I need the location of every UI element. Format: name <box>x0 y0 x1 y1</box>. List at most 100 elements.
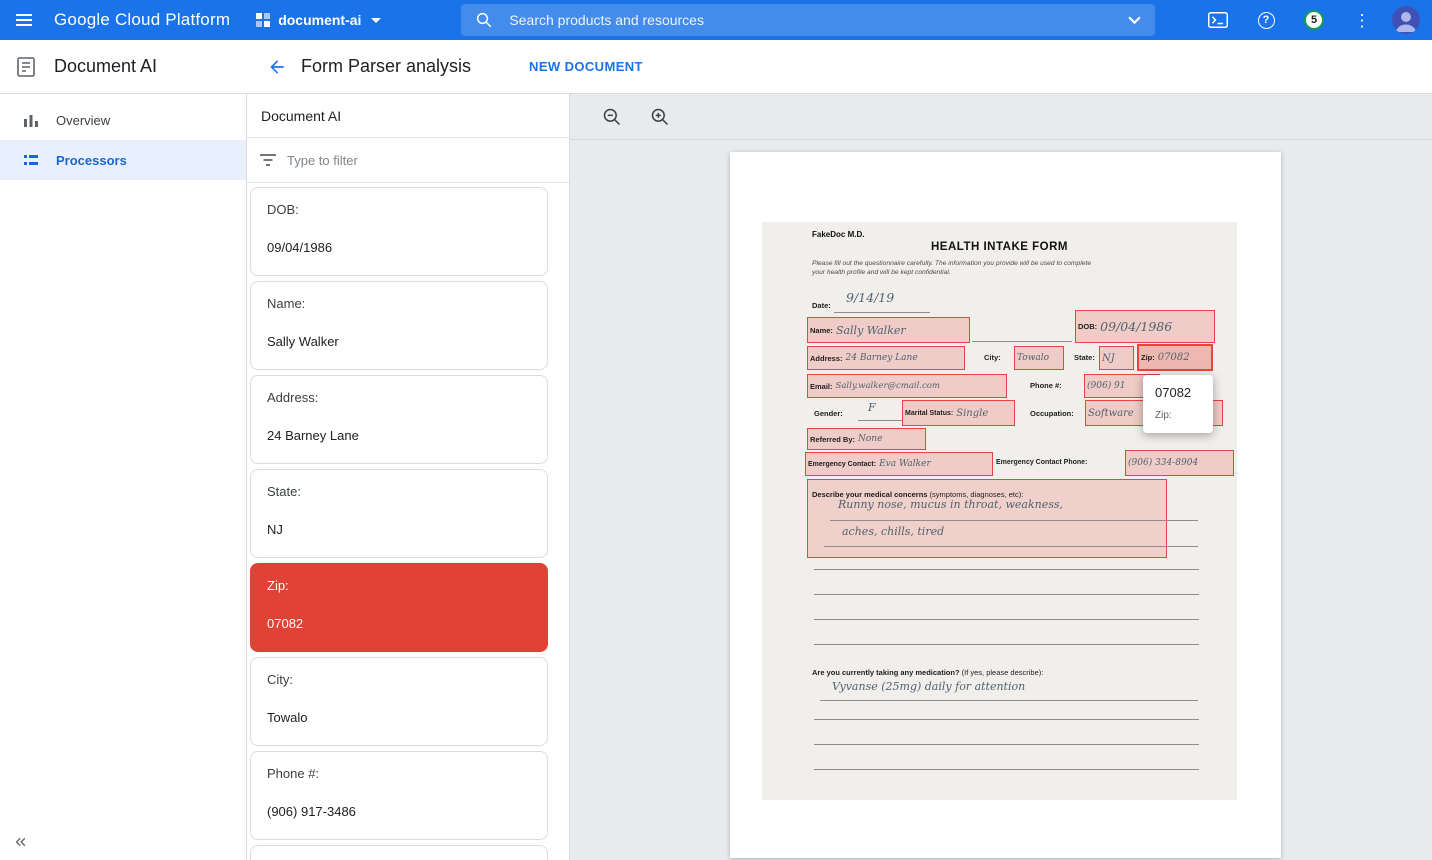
new-document-button[interactable]: NEW DOCUMENT <box>529 59 643 74</box>
field-cards: DOB: 09/04/1986 Name: Sally Walker Addre… <box>247 183 569 860</box>
search-input[interactable] <box>509 12 1112 28</box>
field-card-label: Name: <box>267 296 531 311</box>
sidebar-item-overview[interactable]: Overview <box>0 100 246 140</box>
form-line <box>814 644 1199 645</box>
address-value: 24 Barney Lane <box>846 353 918 363</box>
help-icon[interactable]: ? <box>1248 2 1284 38</box>
gcp-brand-logo[interactable]: Google Cloud Platform <box>54 10 230 30</box>
emergency-contact-field-highlight[interactable]: Emergency Contact: Eva Walker <box>805 452 993 476</box>
field-card[interactable]: Address: 24 Barney Lane <box>250 375 548 464</box>
zip-label: Zip: <box>1141 353 1155 362</box>
project-name: document-ai <box>278 12 361 28</box>
form-title: HEALTH INTAKE FORM <box>762 241 1237 253</box>
form-line <box>814 769 1199 770</box>
phone-label: Phone #: <box>1030 381 1062 390</box>
form-clinic: FakeDoc M.D. <box>812 230 864 239</box>
emergency-contact-value: Eva Walker <box>879 459 931 469</box>
form-line <box>820 700 1198 701</box>
app-title: Document AI <box>54 56 157 77</box>
filter-icon <box>259 153 277 167</box>
gender-value: F <box>868 401 876 414</box>
app-header-left: Document AI <box>0 55 247 79</box>
avatar[interactable] <box>1392 6 1420 34</box>
form-line <box>834 312 930 313</box>
form-line <box>814 569 1199 570</box>
search-icon <box>475 11 493 29</box>
gender-label: Gender: <box>814 409 843 418</box>
notifications-icon[interactable]: 5 <box>1296 2 1332 38</box>
email-value: Sally.walker@cmail.com <box>836 381 940 391</box>
form-instructions: Please fill out the questionnaire carefu… <box>812 260 1091 267</box>
state-field-highlight[interactable]: NJ <box>1099 346 1134 370</box>
back-button[interactable] <box>257 47 297 87</box>
zoom-out-button[interactable] <box>598 103 626 131</box>
field-card-value: 07082 <box>267 616 531 631</box>
address-field-highlight[interactable]: Address: 24 Barney Lane <box>807 346 965 370</box>
name-field-highlight[interactable]: Name: Sally Walker <box>807 317 970 343</box>
form-line <box>814 744 1199 745</box>
overview-icon <box>22 111 40 129</box>
date-label: Date: <box>812 301 831 310</box>
document-page: FakeDoc M.D. HEALTH INTAKE FORM Please f… <box>730 152 1281 858</box>
tooltip-label: Zip: <box>1155 410 1201 421</box>
field-card[interactable]: Zip: 07082 <box>250 563 548 652</box>
zoom-in-button[interactable] <box>646 103 674 131</box>
hamburger-menu-icon[interactable] <box>0 0 48 40</box>
form-line <box>972 341 1072 342</box>
field-card[interactable]: Phone #: (906) 917-3486 <box>250 751 548 840</box>
form-line <box>824 546 1198 547</box>
viewer-canvas[interactable]: FakeDoc M.D. HEALTH INTAKE FORM Please f… <box>570 140 1432 860</box>
dob-field-highlight[interactable]: DOB: 09/04/1986 <box>1075 310 1215 343</box>
field-card-value: Sally Walker <box>267 334 531 349</box>
field-card[interactable]: Name: Sally Walker <box>250 281 548 370</box>
search-chevron-down-icon[interactable] <box>1128 16 1141 25</box>
document-viewer: FakeDoc M.D. HEALTH INTAKE FORM Please f… <box>570 94 1432 860</box>
city-value: Towalo <box>1017 353 1049 363</box>
collapse-nav-icon[interactable] <box>4 826 36 858</box>
field-card[interactable]: State: NJ <box>250 469 548 558</box>
filter-row <box>247 138 569 183</box>
field-card-label: State: <box>267 484 531 499</box>
state-label: State: <box>1074 353 1095 362</box>
panel-title: Document AI <box>247 94 569 138</box>
dob-value: 09/04/1986 <box>1100 319 1172 334</box>
zip-field-highlight-selected[interactable]: Zip: 07082 <box>1137 344 1213 371</box>
form-line <box>814 719 1199 720</box>
emergency-phone-field-highlight[interactable]: (906) 334-8904 <box>1125 450 1234 476</box>
project-selector[interactable]: document-ai <box>256 12 381 28</box>
global-search[interactable] <box>461 4 1155 36</box>
arrow-back-icon <box>267 57 287 77</box>
field-card-value: 24 Barney Lane <box>267 428 531 443</box>
gcp-top-bar: Google Cloud Platform document-ai ? 5 ⋮ <box>0 0 1432 40</box>
cloud-shell-icon[interactable] <box>1200 2 1236 38</box>
occupation-value: Software <box>1088 408 1134 419</box>
field-card[interactable]: City: Towalo <box>250 657 548 746</box>
field-card-value: 09/04/1986 <box>267 240 531 255</box>
field-card-label: Phone #: <box>267 766 531 781</box>
email-label: Email: <box>810 382 833 391</box>
field-card[interactable]: DOB: 09/04/1986 <box>250 187 548 276</box>
sidebar-item-processors[interactable]: Processors <box>0 140 246 180</box>
address-label: Address: <box>810 354 843 363</box>
zoom-out-icon <box>602 107 622 127</box>
field-card-value: NJ <box>267 522 531 537</box>
city-field-highlight[interactable]: Towalo <box>1014 346 1064 370</box>
document-ai-logo-icon <box>14 55 38 79</box>
field-card-label: DOB: <box>267 202 531 217</box>
health-intake-form: FakeDoc M.D. HEALTH INTAKE FORM Please f… <box>762 222 1237 800</box>
form-line <box>814 594 1199 595</box>
field-card-value: Towalo <box>267 710 531 725</box>
marital-status-field-highlight[interactable]: Marital Status: Single <box>902 400 1015 426</box>
field-card-partial[interactable] <box>250 845 548 860</box>
more-options-icon[interactable]: ⋮ <box>1344 2 1380 38</box>
left-nav: Overview Processors <box>0 94 247 860</box>
referred-by-field-highlight[interactable]: Referred By: None <box>807 428 926 450</box>
field-tooltip: 07082 Zip: <box>1143 375 1213 433</box>
notification-count: 5 <box>1304 10 1324 30</box>
phone-value: (906) 91 <box>1087 381 1126 391</box>
field-card-label: City: <box>267 672 531 687</box>
medication-value: Vyvanse (25mg) daily for attention <box>832 680 1025 693</box>
field-card-value: (906) 917-3486 <box>267 804 531 819</box>
filter-input[interactable] <box>287 153 557 168</box>
email-field-highlight[interactable]: Email: Sally.walker@cmail.com <box>807 374 1007 398</box>
